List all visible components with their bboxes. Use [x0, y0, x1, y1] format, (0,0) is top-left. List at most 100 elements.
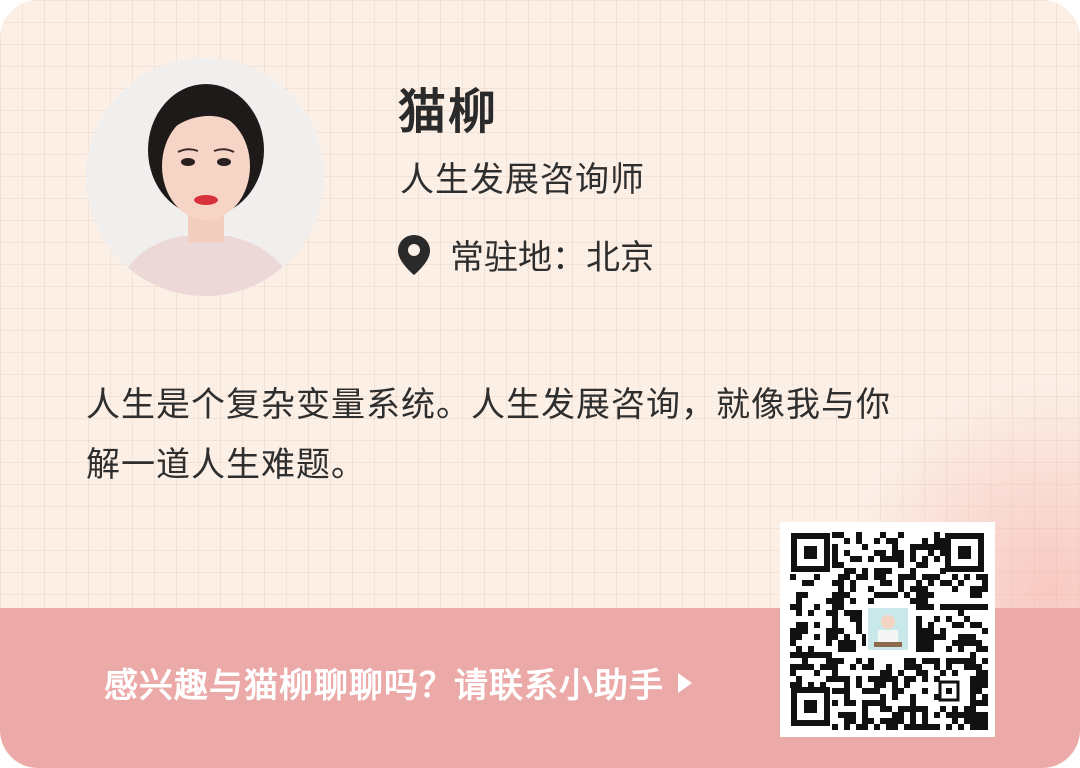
qr-module	[832, 658, 838, 664]
qr-module	[802, 592, 808, 598]
contact-assistant-link[interactable]: 感兴趣与猫柳聊聊吗？请联系小助手	[104, 658, 692, 707]
qr-module	[844, 646, 850, 652]
qr-module	[982, 676, 988, 682]
qr-module	[952, 712, 958, 718]
qr-module	[910, 712, 916, 718]
qr-module	[850, 700, 856, 706]
qr-module	[880, 706, 886, 712]
qr-module	[964, 604, 970, 610]
qr-module	[892, 712, 898, 718]
qr-module	[910, 718, 916, 724]
qr-module	[982, 724, 988, 730]
qr-module	[880, 556, 886, 562]
qr-module	[970, 718, 976, 724]
qr-module	[838, 688, 844, 694]
qr-module	[916, 616, 922, 622]
profile-title: 人生发展咨询师	[400, 160, 645, 200]
qr-module	[892, 538, 898, 544]
qr-module	[958, 622, 964, 628]
qr-module	[832, 592, 838, 598]
qr-module	[790, 628, 796, 634]
qr-module	[934, 538, 940, 544]
qr-module	[832, 562, 838, 568]
qr-module	[880, 592, 886, 598]
qr-module	[976, 646, 982, 652]
qr-module	[898, 556, 904, 562]
qr-module	[910, 556, 916, 562]
qr-module	[886, 556, 892, 562]
qr-module	[844, 538, 850, 544]
qr-module	[910, 658, 916, 664]
qr-module	[808, 610, 814, 616]
qr-module	[928, 646, 934, 652]
qr-module	[976, 586, 982, 592]
qr-module	[916, 622, 922, 628]
qr-module	[958, 712, 964, 718]
qr-module	[898, 562, 904, 568]
qr-module	[868, 700, 874, 706]
qr-module	[928, 634, 934, 640]
qr-module	[796, 634, 802, 640]
qr-module	[874, 724, 880, 730]
qr-module	[970, 634, 976, 640]
qr-module	[946, 658, 952, 664]
qr-module	[856, 628, 862, 634]
qr-module	[874, 700, 880, 706]
qr-module	[796, 664, 802, 670]
qr-module	[814, 670, 820, 676]
qr-module	[856, 622, 862, 628]
qr-module	[850, 568, 856, 574]
qr-module	[892, 544, 898, 550]
qr-module	[916, 640, 922, 646]
qr-module	[916, 724, 922, 730]
qr-module	[970, 682, 976, 688]
qr-module	[892, 688, 898, 694]
qr-module	[922, 592, 928, 598]
qr-module	[838, 628, 844, 634]
qr-module	[976, 664, 982, 670]
qr-module	[844, 700, 850, 706]
qr-module	[790, 634, 796, 640]
qr-module	[880, 532, 886, 538]
qr-module	[820, 652, 826, 658]
qr-module	[826, 640, 832, 646]
qr-module	[916, 646, 922, 652]
qr-module	[850, 664, 856, 670]
qr-module	[982, 658, 988, 664]
qr-module	[946, 604, 952, 610]
qr-module	[970, 688, 976, 694]
qr-module	[862, 574, 868, 580]
qr-module	[916, 628, 922, 634]
qr-module	[964, 616, 970, 622]
qr-module	[892, 718, 898, 724]
qr-module	[832, 616, 838, 622]
qr-module	[934, 544, 940, 550]
qr-module	[790, 574, 796, 580]
qr-module	[856, 682, 862, 688]
qr-module	[826, 658, 832, 664]
qr-module	[940, 580, 946, 586]
qr-module	[886, 664, 892, 670]
qr-module	[898, 580, 904, 586]
qr-module	[910, 706, 916, 712]
qr-module	[796, 646, 802, 652]
qr-module	[958, 580, 964, 586]
qr-module	[844, 568, 850, 574]
qr-module	[886, 676, 892, 682]
qr-module	[916, 670, 922, 676]
qr-module	[916, 586, 922, 592]
qr-module	[844, 550, 850, 556]
qr-module	[970, 604, 976, 610]
qr-module	[886, 724, 892, 730]
qr-module	[856, 538, 862, 544]
qr-module	[982, 718, 988, 724]
profile-bio: 人生是个复杂变量系统。人生发展咨询，就像我与你 解一道人生难题。	[86, 375, 986, 495]
qr-module	[850, 712, 856, 718]
play-arrow-icon	[678, 672, 692, 693]
qr-module	[970, 622, 976, 628]
qr-module	[862, 688, 868, 694]
qr-module	[790, 604, 796, 610]
qr-module	[970, 712, 976, 718]
qr-module	[976, 592, 982, 598]
profile-card: 猫柳 人生发展咨询师 常驻地：北京 人生是个复杂变量系统。人生发展咨询，就像我与…	[0, 0, 1080, 768]
